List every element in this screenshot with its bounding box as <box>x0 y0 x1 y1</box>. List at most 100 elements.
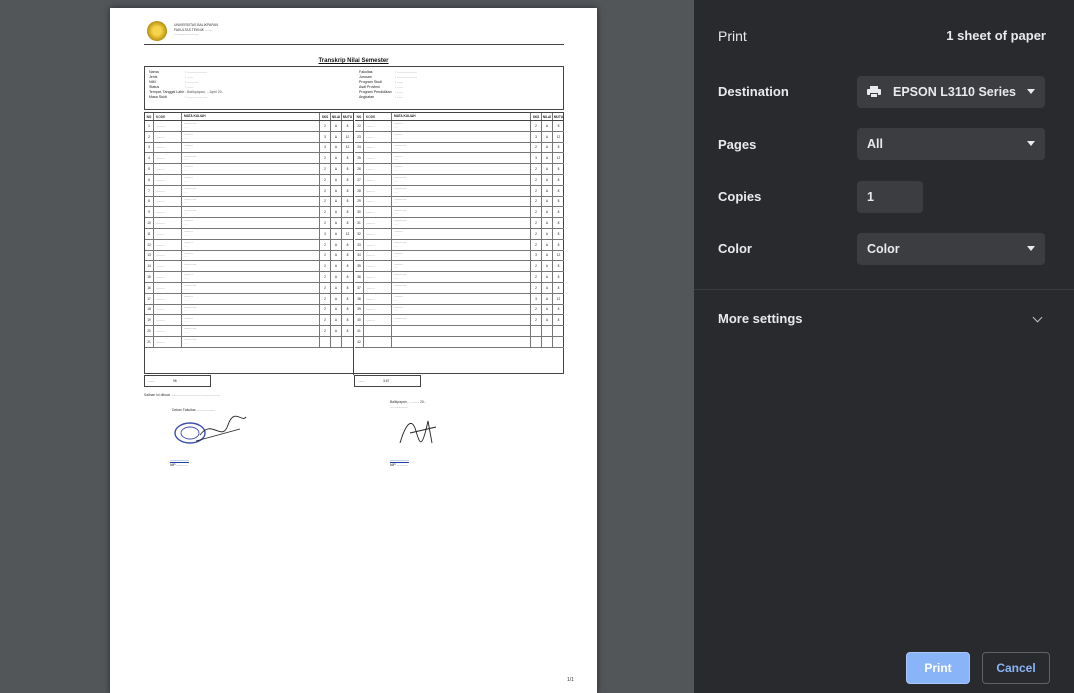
row-no: 32 <box>355 228 364 239</box>
course-code: .......... <box>154 131 182 142</box>
row-no: 16 <box>145 282 154 293</box>
grades-table: NO KODE MATA KULIAH SKS NILAI MUTU 1..........… <box>144 112 564 375</box>
more-settings-toggle[interactable]: More settings <box>694 300 1074 340</box>
destination-label: Destination <box>718 84 789 99</box>
destination-select[interactable]: EPSON L3110 Series <box>857 76 1045 108</box>
course-mutu: 8 <box>557 188 560 193</box>
course-sks: 2 <box>531 196 542 207</box>
university-logo <box>147 21 167 41</box>
table-row: 1.............................. 2 A 8 <box>145 121 353 132</box>
course-name: .................... <box>182 261 320 272</box>
header-grade: NILAI <box>331 113 342 120</box>
course-grade: A <box>331 142 342 153</box>
course-code: .......... <box>364 272 392 282</box>
course-sks: 2 <box>531 185 542 196</box>
course-name: ................ <box>182 174 320 185</box>
course-code: .......... <box>364 196 392 207</box>
course-sks: 2 <box>531 121 542 131</box>
info-value: : ........... <box>185 80 198 85</box>
course-name: ................ <box>392 293 531 304</box>
table-row: 22.......................... 2 A 8 <box>355 121 564 132</box>
course-mutu: 8 <box>346 199 349 204</box>
course-code: .......... <box>364 185 392 196</box>
row-no: 6 <box>145 174 154 185</box>
row-no: 1 <box>145 121 154 131</box>
course-code: .......... <box>364 142 392 153</box>
row-no: 30 <box>355 207 364 218</box>
course-name: .................... <box>392 272 531 282</box>
header-course: MATA KULIAH <box>182 113 320 120</box>
signature-left-name: .................... NIP ............ <box>170 458 189 467</box>
table-row: 32.......................... 2 A 8 <box>355 228 564 240</box>
row-no: 41 <box>355 326 364 336</box>
course-sks: 2 <box>320 282 331 293</box>
cancel-button[interactable]: Cancel <box>982 652 1050 684</box>
course-mutu: 8 <box>346 264 349 269</box>
course-code: .......... <box>364 153 392 164</box>
row-no: 33 <box>355 239 364 250</box>
header-course: MATA KULIAH <box>392 113 531 120</box>
course-name: .................... <box>392 218 531 228</box>
summary-value: 3.67 <box>383 379 390 383</box>
copies-label: Copies <box>718 189 762 204</box>
header-no: NO <box>145 113 154 120</box>
course-name-en: ...... <box>394 233 399 237</box>
course-sks: 3 <box>531 131 542 142</box>
student-info-box: Nama: .................... Jenis: ...... N… <box>144 66 564 110</box>
course-code: .......... <box>364 207 392 218</box>
signatory-id: NIP ............ <box>170 462 188 467</box>
course-name-en: ...... <box>184 341 189 345</box>
course-mutu: 12 <box>556 134 561 139</box>
row-no: 37 <box>355 282 364 293</box>
course-sks: 2 <box>320 153 331 164</box>
course-mutu: 8 <box>557 221 560 226</box>
pages-select[interactable]: All <box>857 128 1045 160</box>
table-row: 41 <box>355 326 564 337</box>
header-code: KODE <box>364 113 392 120</box>
print-button[interactable]: Print <box>906 652 970 684</box>
header-grade: NILAI <box>542 113 553 120</box>
course-name-en: ...... <box>394 179 399 183</box>
course-name: .................... <box>182 304 320 315</box>
table-row: 4.............................. 2 A 8 <box>145 153 353 165</box>
header-mutu: MUTU <box>342 114 353 119</box>
signature-date: Balikpapan, .. ........ 20.. <box>390 400 426 404</box>
course-mutu: 8 <box>346 275 349 280</box>
summary-value: 96 <box>173 379 177 383</box>
course-mutu: 8 <box>346 307 349 312</box>
header-line: UNIVERSITAS BALIKPAPAN <box>174 23 218 27</box>
color-select[interactable]: Color <box>857 233 1045 265</box>
row-no: 25 <box>355 153 364 164</box>
info-value: : .................... <box>395 70 417 74</box>
course-name: ................ <box>392 250 531 261</box>
course-grade: A <box>331 261 342 272</box>
copies-input[interactable]: 1 <box>857 181 923 213</box>
table-row: 27.............................. 2 A 8 <box>355 174 564 186</box>
course-grade: A <box>542 293 553 304</box>
table-row: 25.......................... 3 A 12 <box>355 153 564 165</box>
course-name: .................... <box>182 121 320 131</box>
course-name-en: ...... <box>184 136 189 140</box>
course-name-en: ...... <box>394 266 399 270</box>
print-preview-area: UNIVERSITAS BALIKPAPAN FAKULTAS TEKNIK .… <box>0 0 694 693</box>
table-row: 11.......................... 3 A 12 <box>145 228 353 240</box>
signatory-name: .................... <box>390 458 409 462</box>
course-mutu: 12 <box>556 156 561 161</box>
document-title: Transkrip Nilai Semester <box>318 58 389 64</box>
course-code: .......... <box>154 228 182 239</box>
course-code: .......... <box>364 282 392 293</box>
course-grade: A <box>542 164 553 174</box>
course-sks: 3 <box>531 250 542 261</box>
course-name-en: ...... <box>394 320 399 324</box>
info-key: Angkatan <box>359 95 375 100</box>
course-code: .......... <box>364 228 392 239</box>
row-no: 21 <box>145 336 154 347</box>
header-sks: SKS <box>320 113 331 120</box>
course-sks: 2 <box>531 239 542 250</box>
course-name-en: ...... <box>184 320 189 324</box>
course-code: .......... <box>364 315 392 326</box>
course-sks <box>531 326 542 336</box>
color-value: Color <box>867 242 900 256</box>
course-name: .................... <box>392 174 531 185</box>
table-row: 19.......................... 2 A 8 <box>145 315 353 327</box>
